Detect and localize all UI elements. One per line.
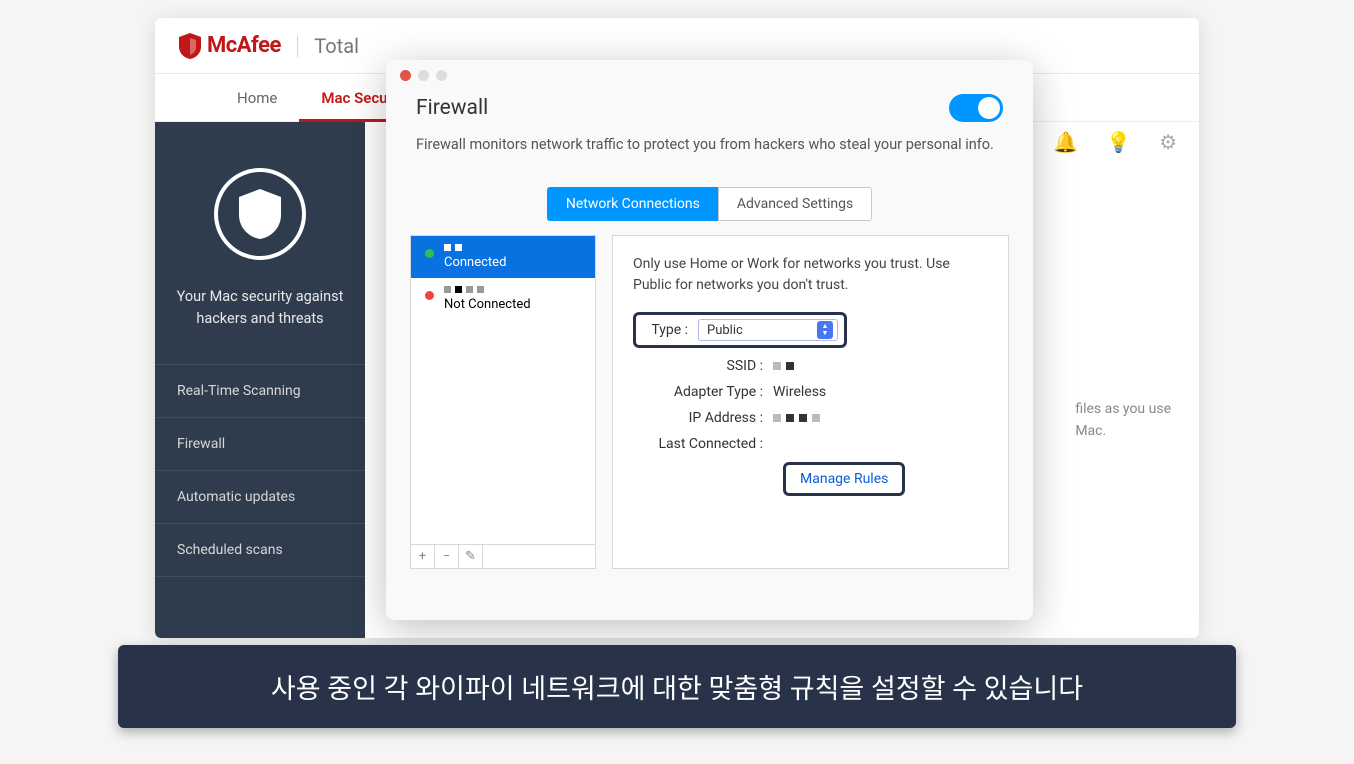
status-dot-red — [425, 291, 434, 300]
details-panel: Only use Home or Work for networks you t… — [612, 235, 1009, 569]
tab-network-connections[interactable]: Network Connections — [547, 187, 718, 221]
panel-row: Connected Not Connected + − ✎ Only use H… — [386, 235, 1033, 569]
field-adapter: Adapter Type : Wireless — [633, 384, 988, 400]
remove-connection-button[interactable]: − — [435, 545, 459, 568]
sidebar: Your Mac security against hackers and th… — [155, 122, 365, 638]
bulb-icon[interactable]: 💡 — [1106, 130, 1131, 154]
label-last-connected: Last Connected : — [633, 436, 773, 452]
connection-toolbar: + − ✎ — [411, 544, 595, 568]
ip-value-masked — [773, 414, 820, 422]
bell-icon[interactable]: 🔔 — [1053, 130, 1078, 154]
details-description: Only use Home or Work for networks you t… — [633, 254, 988, 296]
adapter-value: Wireless — [773, 384, 826, 400]
tab-advanced-settings[interactable]: Advanced Settings — [718, 187, 872, 221]
mcafee-shield-icon — [179, 33, 201, 59]
brand-text: McAfee — [207, 33, 281, 58]
edit-connection-button[interactable]: ✎ — [459, 545, 483, 568]
dialog-title: Firewall — [416, 96, 488, 120]
type-select[interactable]: Public ▲▼ — [698, 319, 838, 341]
ssid-value-masked — [773, 362, 794, 370]
sidebar-item-rts[interactable]: Real-Time Scanning — [155, 365, 365, 418]
dialog-tabs: Network Connections Advanced Settings — [386, 187, 1033, 221]
add-connection-button[interactable]: + — [411, 545, 435, 568]
field-ssid: SSID : — [633, 358, 988, 374]
dialog-titlebar — [386, 60, 1033, 90]
manage-rules-button[interactable]: Manage Rules — [783, 462, 905, 496]
field-ip: IP Address : — [633, 410, 988, 426]
select-arrows-icon: ▲▼ — [817, 321, 833, 339]
bg-text-1: files as you use — [1075, 398, 1171, 420]
bg-text-2: Mac. — [1075, 420, 1171, 442]
logo: McAfee | Total — [179, 31, 359, 61]
sidebar-item-updates[interactable]: Automatic updates — [155, 471, 365, 524]
type-highlight-box: Type : Public ▲▼ — [633, 312, 847, 348]
tab-home[interactable]: Home — [215, 74, 299, 121]
field-type: Type : Public ▲▼ — [633, 312, 988, 348]
type-select-value: Public — [707, 323, 743, 338]
connection-item-connected[interactable]: Connected — [411, 236, 595, 278]
label-adapter: Adapter Type : — [633, 384, 773, 400]
shield-circle — [214, 168, 306, 260]
zoom-icon[interactable] — [436, 70, 447, 81]
connection-item-not-connected[interactable]: Not Connected — [411, 278, 595, 320]
status-section: Your Mac security against hackers and th… — [155, 122, 365, 365]
logo-divider: | — [295, 31, 300, 61]
shield-icon — [239, 189, 281, 239]
caption-bar: 사용 중인 각 와이파이 네트워크에 대한 맞춤형 규칙을 설정할 수 있습니다 — [118, 645, 1236, 728]
connection-status-label: Connected — [444, 255, 506, 270]
status-text: Your Mac security against hackers and th… — [173, 286, 347, 330]
gear-icon[interactable]: ⚙ — [1159, 130, 1177, 154]
background-text: files as you use Mac. — [1075, 398, 1171, 443]
status-line-2: hackers and threats — [173, 308, 347, 330]
connection-name-masked — [444, 286, 531, 293]
product-text: Total — [314, 34, 359, 58]
minimize-icon[interactable] — [418, 70, 429, 81]
sidebar-item-scans[interactable]: Scheduled scans — [155, 524, 365, 577]
sidebar-item-firewall[interactable]: Firewall — [155, 418, 365, 471]
firewall-toggle[interactable] — [949, 94, 1003, 122]
field-last-connected: Last Connected : — [633, 436, 988, 452]
dialog-subtitle: Firewall monitors network traffic to pro… — [416, 136, 1003, 153]
close-icon[interactable] — [400, 70, 411, 81]
label-type: Type : — [642, 322, 698, 338]
firewall-dialog: Firewall Firewall monitors network traff… — [386, 60, 1033, 620]
status-line-1: Your Mac security against — [173, 286, 347, 308]
header-icon-row: 🔔 💡 ⚙ — [1053, 130, 1177, 154]
dialog-header: Firewall Firewall monitors network traff… — [386, 90, 1033, 169]
dialog-title-row: Firewall — [416, 94, 1003, 122]
connection-name-masked — [444, 244, 506, 251]
label-ip: IP Address : — [633, 410, 773, 426]
connection-status-label: Not Connected — [444, 297, 531, 312]
label-ssid: SSID : — [633, 358, 773, 374]
connection-list: Connected Not Connected + − ✎ — [410, 235, 596, 569]
status-dot-green — [425, 249, 434, 258]
